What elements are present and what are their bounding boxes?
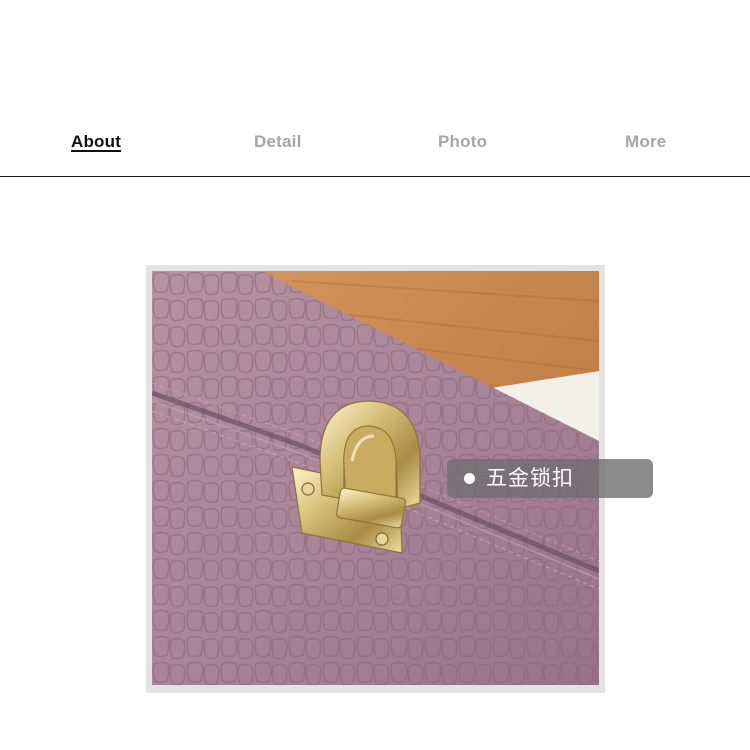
tab-detail[interactable]: Detail <box>254 132 302 152</box>
tab-more[interactable]: More <box>625 132 666 152</box>
bullet-dot-icon <box>464 473 475 484</box>
tab-about[interactable]: About <box>71 132 121 152</box>
feature-tag: 五金锁扣 <box>447 459 653 498</box>
tab-bar: About Detail Photo More <box>0 118 750 177</box>
feature-tag-label: 五金锁扣 <box>486 466 574 490</box>
tab-photo[interactable]: Photo <box>438 132 487 152</box>
page: About Detail Photo More 五金锁扣 <box>0 0 750 750</box>
